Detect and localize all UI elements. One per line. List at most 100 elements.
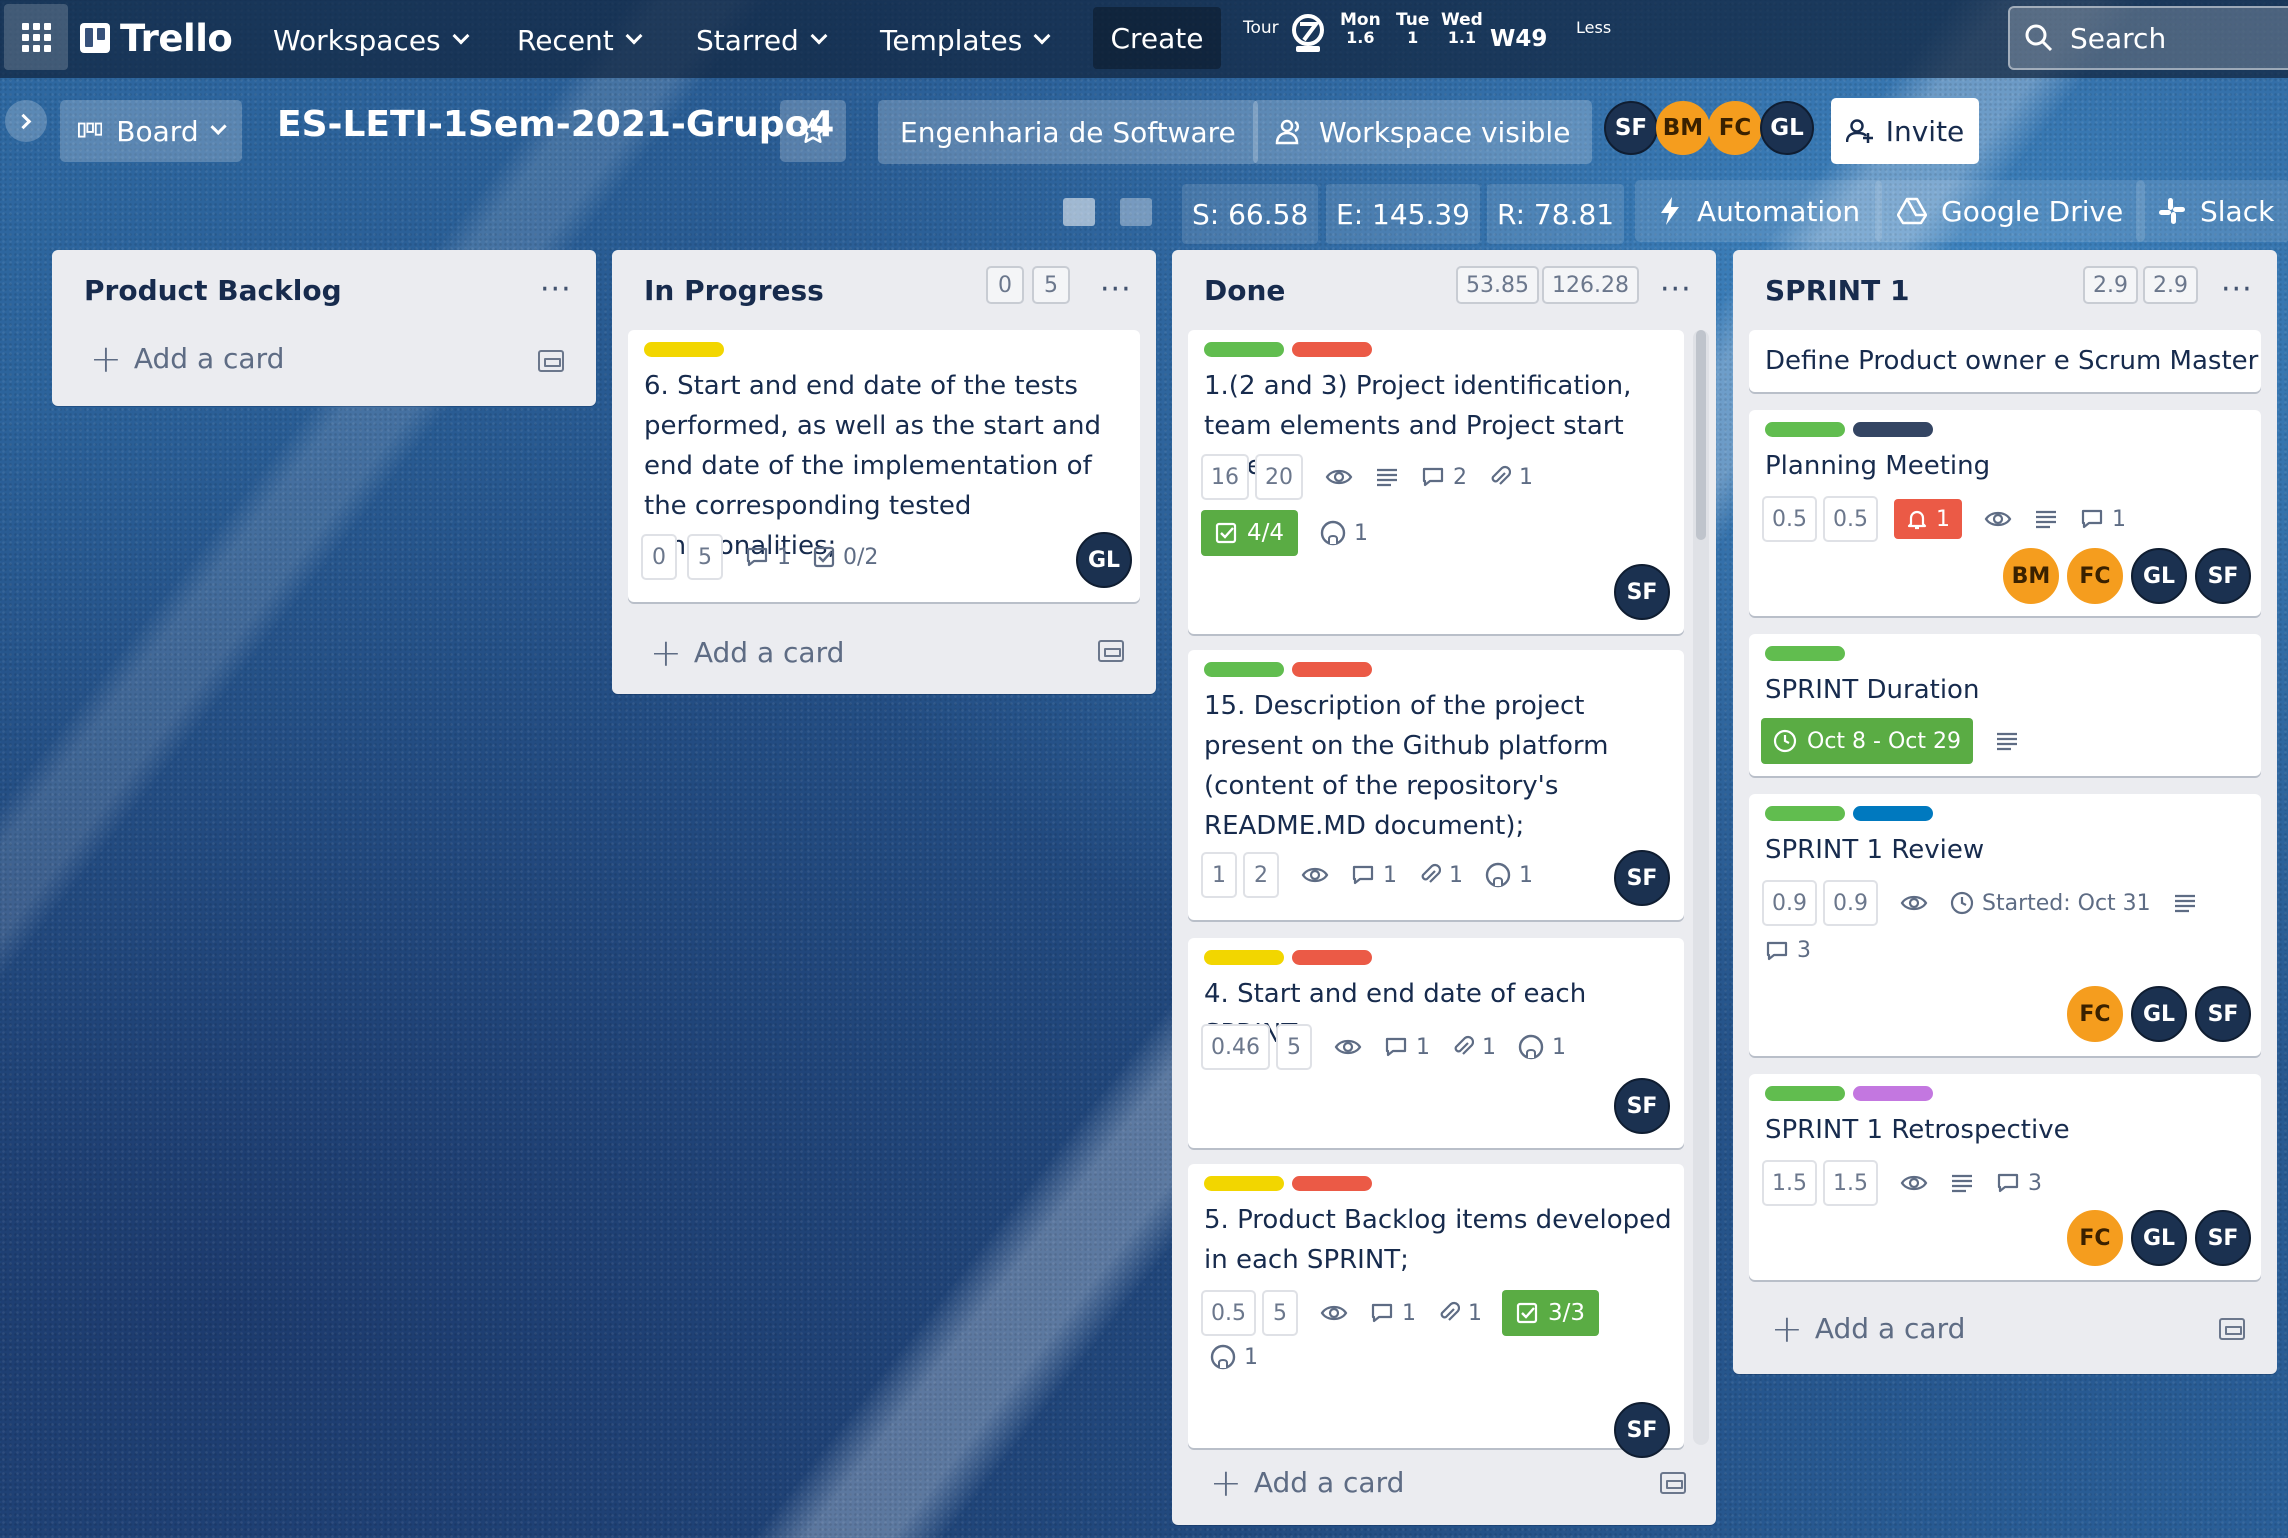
add-card-button[interactable]: + Add a card bbox=[1210, 1464, 1405, 1502]
google-drive-icon bbox=[1897, 197, 1927, 225]
templates-menu[interactable]: Templates bbox=[880, 18, 1051, 62]
people-icon bbox=[1275, 119, 1300, 145]
estimate-badge: 0.5 bbox=[1823, 496, 1878, 542]
list-title[interactable]: Done bbox=[1204, 274, 1285, 307]
automation-label: Automation bbox=[1697, 194, 1861, 228]
card[interactable]: SPRINT 1 Review 0.9 0.9 Started: Oct 31 … bbox=[1749, 794, 2261, 1056]
search-input[interactable]: Search bbox=[2008, 6, 2288, 70]
avatar[interactable]: FC bbox=[2067, 986, 2123, 1042]
estimate-badge: 1.5 bbox=[1823, 1160, 1878, 1206]
card[interactable]: 5. Product Backlog items developed in ea… bbox=[1188, 1164, 1684, 1458]
avatar[interactable]: GL bbox=[1076, 532, 1132, 588]
card-badges: 1.5 1.5 3 bbox=[1762, 1160, 2042, 1206]
automation-button[interactable]: Automation bbox=[1635, 180, 1883, 242]
card[interactable]: Planning Meeting 0.5 0.5 1 1 BM FC GL SF bbox=[1749, 410, 2261, 616]
avatar[interactable]: SF bbox=[2195, 1210, 2251, 1266]
slack-button[interactable]: Slack bbox=[2136, 180, 2288, 242]
add-card-button[interactable]: + Add a card bbox=[90, 340, 284, 378]
less-toggle[interactable]: Less bbox=[1576, 18, 1611, 37]
card-template-icon[interactable] bbox=[1098, 640, 1124, 662]
list-title[interactable]: SPRINT 1 bbox=[1765, 274, 1909, 307]
card-badges: 0.46 5 1 1 1 bbox=[1201, 1024, 1566, 1070]
calendar-powerup-icon[interactable] bbox=[1063, 198, 1095, 226]
list-title[interactable]: Product Backlog bbox=[84, 274, 342, 307]
trello-logo-icon bbox=[80, 23, 110, 53]
avatar[interactable]: GL bbox=[2131, 548, 2187, 604]
card-template-icon[interactable] bbox=[2219, 1318, 2245, 1340]
recent-menu[interactable]: Recent bbox=[517, 18, 643, 62]
card[interactable]: 15. Description of the project present o… bbox=[1188, 650, 1684, 920]
list-scrollbar-thumb[interactable] bbox=[1696, 330, 1706, 540]
card[interactable]: 1.(2 and 3) Project identification, team… bbox=[1188, 330, 1684, 634]
paperclip-icon bbox=[1421, 863, 1441, 883]
stat-e[interactable]: E: 145.39 bbox=[1326, 184, 1480, 244]
tour-icon bbox=[1292, 14, 1324, 52]
avatar[interactable]: SF bbox=[1614, 1402, 1670, 1458]
card[interactable]: 6. Start and end date of the tests perfo… bbox=[628, 330, 1140, 602]
starred-menu[interactable]: Starred bbox=[696, 18, 828, 62]
trello-logo[interactable]: Trello bbox=[80, 16, 233, 60]
board-title[interactable]: ES-LETI-1Sem-2021-Grupo4 bbox=[277, 104, 834, 145]
card[interactable]: SPRINT Duration Oct 8 - Oct 29 bbox=[1749, 634, 2261, 776]
google-drive-button[interactable]: Google Drive bbox=[1875, 180, 2146, 242]
avatar[interactable]: FC bbox=[2067, 1210, 2123, 1266]
sidebar-toggle-button[interactable] bbox=[5, 100, 47, 142]
avatar[interactable]: SF bbox=[1614, 564, 1670, 620]
avatar[interactable]: SF bbox=[1604, 101, 1658, 155]
invite-button[interactable]: Invite bbox=[1831, 98, 1979, 164]
card[interactable]: 4. Start and end date of each SPRINT; 0.… bbox=[1188, 938, 1684, 1148]
avatar[interactable]: SF bbox=[1614, 1078, 1670, 1134]
avatar[interactable]: GL bbox=[2131, 986, 2187, 1042]
avatar[interactable]: SF bbox=[2195, 548, 2251, 604]
estimate-badge: 0 bbox=[641, 534, 677, 580]
avatar[interactable]: GL bbox=[1760, 101, 1814, 155]
list-menu-button[interactable]: ··· bbox=[2221, 272, 2253, 307]
avatar[interactable]: FC bbox=[1708, 101, 1762, 155]
card-template-icon[interactable] bbox=[538, 350, 564, 372]
card[interactable]: Define Product owner e Scrum Master bbox=[1749, 330, 2261, 392]
list-title[interactable]: In Progress bbox=[644, 274, 824, 307]
card-title: Planning Meeting bbox=[1765, 451, 1991, 481]
github-badge: 1 bbox=[1210, 1344, 1258, 1370]
tour-label: Tour bbox=[1243, 18, 1279, 38]
stat-r[interactable]: R: 78.81 bbox=[1487, 184, 1625, 244]
github-icon bbox=[1485, 862, 1511, 888]
list-menu-button[interactable]: ··· bbox=[1660, 272, 1692, 307]
avatar[interactable]: GL bbox=[2131, 1210, 2187, 1266]
templates-label: Templates bbox=[880, 23, 1023, 57]
visibility-button[interactable]: Workspace visible bbox=[1253, 100, 1593, 164]
workspaces-menu[interactable]: Workspaces bbox=[273, 18, 470, 62]
comments-badge: 3 bbox=[1996, 1171, 2042, 1196]
add-card-button[interactable]: + Add a card bbox=[1771, 1310, 1965, 1348]
card-template-icon[interactable] bbox=[1660, 1472, 1686, 1494]
comment-icon bbox=[1422, 467, 1444, 487]
stat-s[interactable]: S: 66.58 bbox=[1182, 184, 1319, 244]
add-card-button[interactable]: + Add a card bbox=[650, 634, 844, 672]
card-members: SF bbox=[1614, 1078, 1670, 1134]
card-badges-row2: 3 bbox=[1753, 938, 1811, 963]
add-card-label: Add a card bbox=[1253, 1466, 1405, 1499]
avatar[interactable]: FC bbox=[2067, 548, 2123, 604]
avatar[interactable]: BM bbox=[2003, 548, 2059, 604]
avatar[interactable]: SF bbox=[1614, 850, 1670, 906]
workspace-button[interactable]: Engenharia de Software bbox=[878, 100, 1258, 164]
card-members: FC GL SF bbox=[2067, 986, 2251, 1042]
list-menu-button[interactable]: ··· bbox=[1100, 272, 1132, 307]
card-badges-row2: 1 bbox=[1198, 1344, 1258, 1370]
avatar[interactable]: SF bbox=[2195, 986, 2251, 1042]
chart-powerup-icon[interactable] bbox=[1120, 198, 1152, 226]
estimate-badge: 0.5 bbox=[1201, 1290, 1256, 1336]
add-person-icon bbox=[1845, 119, 1873, 143]
card[interactable]: SPRINT 1 Retrospective 1.5 1.5 3 FC GL S… bbox=[1749, 1074, 2261, 1280]
app-switcher-button[interactable] bbox=[4, 4, 68, 70]
board-view-switcher[interactable]: Board bbox=[60, 100, 242, 162]
avatar[interactable]: BM bbox=[1656, 101, 1710, 155]
star-board-button[interactable] bbox=[780, 100, 846, 162]
list-menu-button[interactable]: ··· bbox=[540, 272, 572, 307]
card-badges: 0.5 5 1 1 3/3 bbox=[1201, 1290, 1600, 1336]
board-members: SF BM FC GL bbox=[1604, 101, 1814, 157]
due-date-badge: Oct 8 - Oct 29 bbox=[1761, 718, 1973, 764]
invite-label: Invite bbox=[1885, 114, 1965, 148]
estimate-badge: 2 bbox=[1243, 852, 1279, 898]
create-button[interactable]: Create bbox=[1093, 7, 1221, 69]
